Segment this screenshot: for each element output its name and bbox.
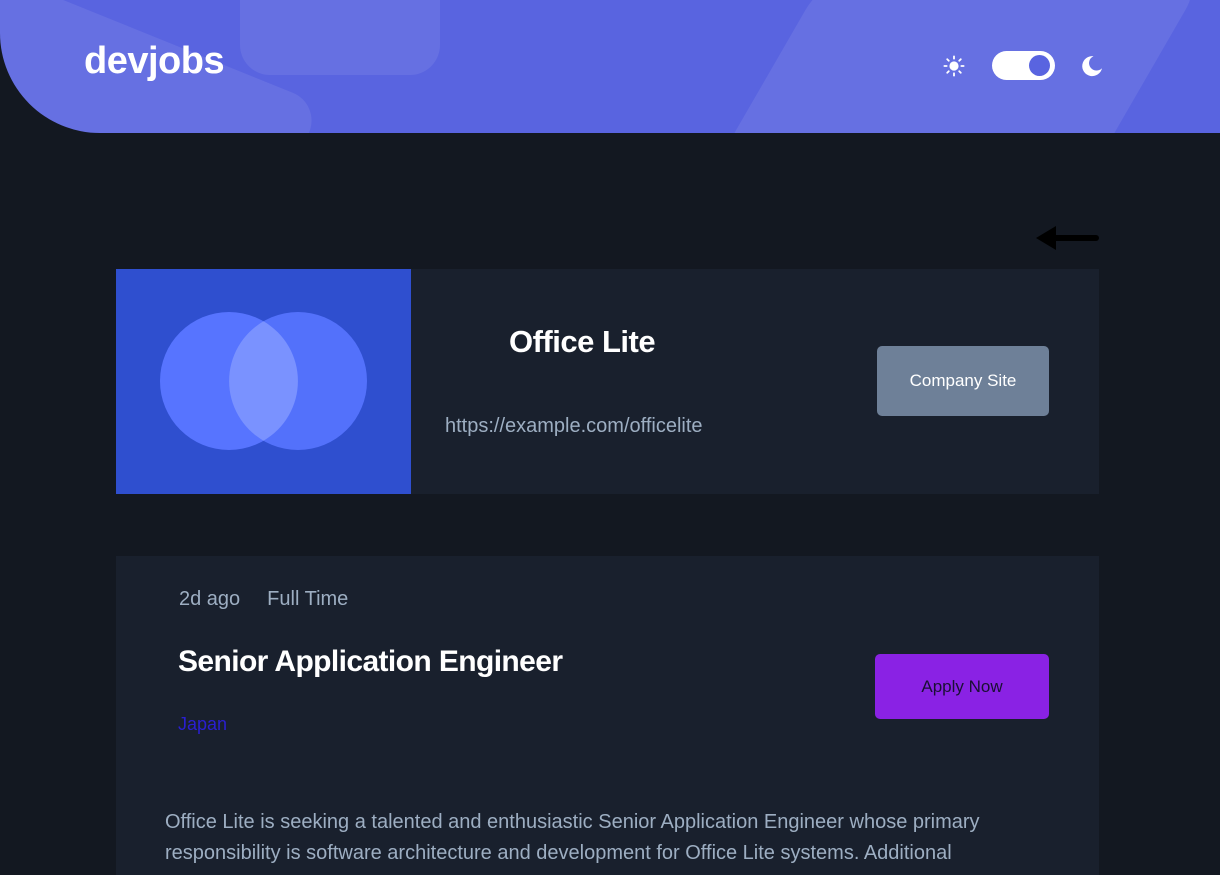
posted-time: 2d ago	[179, 588, 241, 610]
job-title: Senior Application Engineer	[178, 645, 563, 678]
theme-switch	[942, 51, 1104, 80]
company-info: Office Lite https://example.com/officeli…	[411, 269, 1099, 494]
company-logo	[116, 269, 411, 494]
contract-type: Full Time	[267, 588, 349, 610]
company-name: Office Lite	[509, 324, 656, 359]
back-button[interactable]	[1034, 222, 1100, 254]
moon-icon	[1080, 54, 1104, 78]
site-header: devjobs	[0, 0, 1220, 133]
theme-toggle[interactable]	[992, 51, 1055, 80]
sun-icon	[942, 54, 966, 78]
job-location: Japan	[178, 714, 228, 734]
arrow-left-icon	[1036, 226, 1099, 250]
apply-now-button[interactable]: Apply Now	[875, 654, 1049, 719]
job-details-card: 2d ago Full Time Senior Application Engi…	[116, 556, 1099, 875]
company-url: https://example.com/officelite	[445, 415, 703, 437]
overlapping-circles-logo	[160, 312, 367, 450]
job-meta: 2d ago Full Time	[179, 588, 348, 611]
header-decoration-shape	[240, 0, 440, 75]
site-logo[interactable]: devjobs	[84, 40, 225, 83]
job-description: Office Lite is seeking a talented and en…	[165, 811, 980, 864]
company-site-button[interactable]: Company Site	[877, 346, 1049, 416]
company-card: Office Lite https://example.com/officeli…	[116, 269, 1099, 494]
theme-toggle-knob	[1029, 55, 1050, 76]
